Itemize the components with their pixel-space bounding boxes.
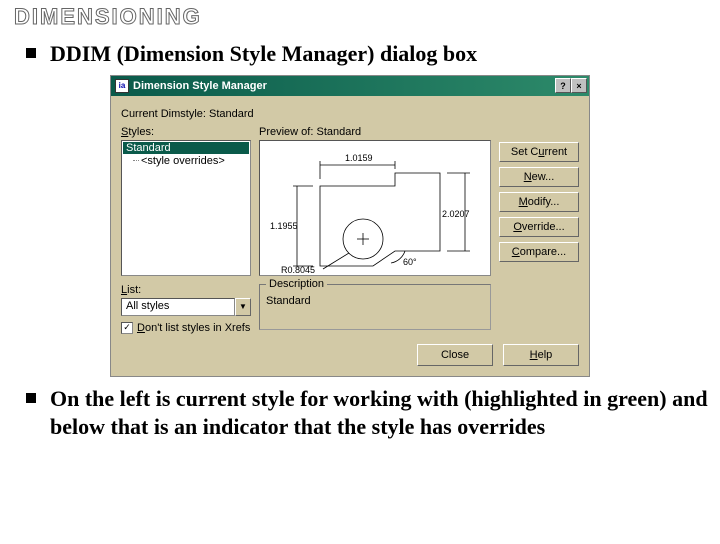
description-value: Standard [266, 295, 484, 307]
xref-checkbox[interactable]: ✓ [121, 322, 133, 334]
styles-listbox[interactable]: Standard <style overrides> [121, 140, 251, 276]
titlebar-text: Dimension Style Manager [133, 80, 555, 92]
preview-label: Preview of: Standard [259, 126, 491, 138]
help-button[interactable]: Help [503, 344, 579, 366]
bullet-icon [26, 393, 36, 403]
list-combo[interactable]: All styles ▼ [121, 298, 251, 316]
chevron-down-icon[interactable]: ▼ [235, 298, 251, 316]
dim-top: 1.0159 [345, 153, 373, 163]
titlebar: ia Dimension Style Manager ? × [111, 76, 589, 96]
list-combo-value: All styles [121, 298, 235, 316]
bullet-1-text: DDIM (Dimension Style Manager) dialog bo… [50, 40, 477, 69]
style-item-standard[interactable]: Standard [123, 142, 249, 154]
close-button[interactable]: Close [417, 344, 493, 366]
slide-title: DIMENSIONING [14, 4, 710, 30]
current-label: Current Dimstyle: [121, 108, 206, 120]
style-item-overrides[interactable]: <style overrides> [123, 154, 249, 167]
dim-left: 1.1955 [270, 221, 298, 231]
set-current-button[interactable]: Set Current [499, 142, 579, 162]
current-value: Standard [209, 108, 254, 120]
styles-label: Styles: [121, 126, 251, 138]
override-button[interactable]: Override... [499, 217, 579, 237]
compare-button[interactable]: Compare... [499, 242, 579, 262]
dimension-style-manager-dialog: ia Dimension Style Manager ? × Current D… [110, 75, 590, 377]
bullet-1: DDIM (Dimension Style Manager) dialog bo… [26, 40, 710, 69]
new-button[interactable]: New... [499, 167, 579, 187]
close-icon[interactable]: × [571, 78, 587, 93]
preview-box: 1.0159 1.1955 2.0207 60° R0.8045 [259, 140, 491, 276]
help-icon[interactable]: ? [555, 78, 571, 93]
modify-button[interactable]: Modify... [499, 192, 579, 212]
description-box: Description Standard [259, 284, 491, 330]
current-dimstyle-label: Current Dimstyle: Standard [121, 108, 579, 120]
app-icon: ia [115, 79, 129, 93]
bullet-2-text: On the left is current style for working… [50, 385, 710, 442]
dim-right: 2.0207 [442, 209, 470, 219]
dim-angle: 60° [403, 257, 417, 267]
dim-radius: R0.8045 [281, 265, 315, 275]
bullet-icon [26, 48, 36, 58]
list-label: List: [121, 284, 251, 296]
bullet-2: On the left is current style for working… [26, 385, 710, 442]
xref-label: Don't list styles in Xrefs [137, 322, 250, 334]
description-label: Description [266, 278, 327, 290]
